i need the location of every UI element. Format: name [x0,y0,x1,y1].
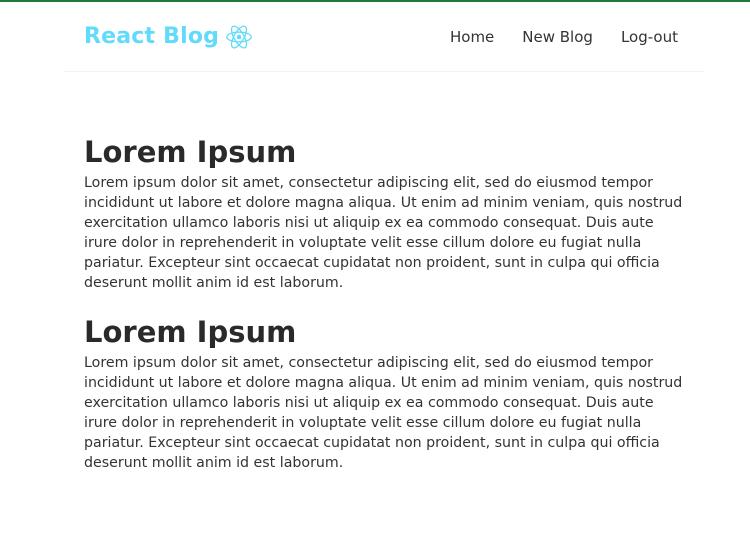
nav-link-home[interactable]: Home [450,28,494,46]
brand-title: React Blog [84,24,220,49]
nav-link-new-blog[interactable]: New Blog [522,28,593,46]
post-title: Lorem Ipsum [84,315,297,349]
blog-post[interactable]: Lorem Ipsum Lorem ipsum dolor sit amet, … [84,313,684,473]
post-body: Lorem ipsum dolor sit amet, consectetur … [84,355,683,471]
nav-link-logout[interactable]: Log-out [621,28,678,46]
blog-list: Lorem Ipsum Lorem ipsum dolor sit amet, … [84,133,684,493]
react-atom-icon [226,24,253,49]
post-title: Lorem Ipsum [84,135,297,169]
nav-links: Home New Blog Log-out [450,28,678,46]
blog-post[interactable]: Lorem Ipsum Lorem ipsum dolor sit amet, … [84,133,684,293]
post-body: Lorem ipsum dolor sit amet, consectetur … [84,175,683,291]
navbar: React Blog Home New Blog Log-out [64,2,704,72]
brand-link[interactable]: React Blog [84,23,253,51]
